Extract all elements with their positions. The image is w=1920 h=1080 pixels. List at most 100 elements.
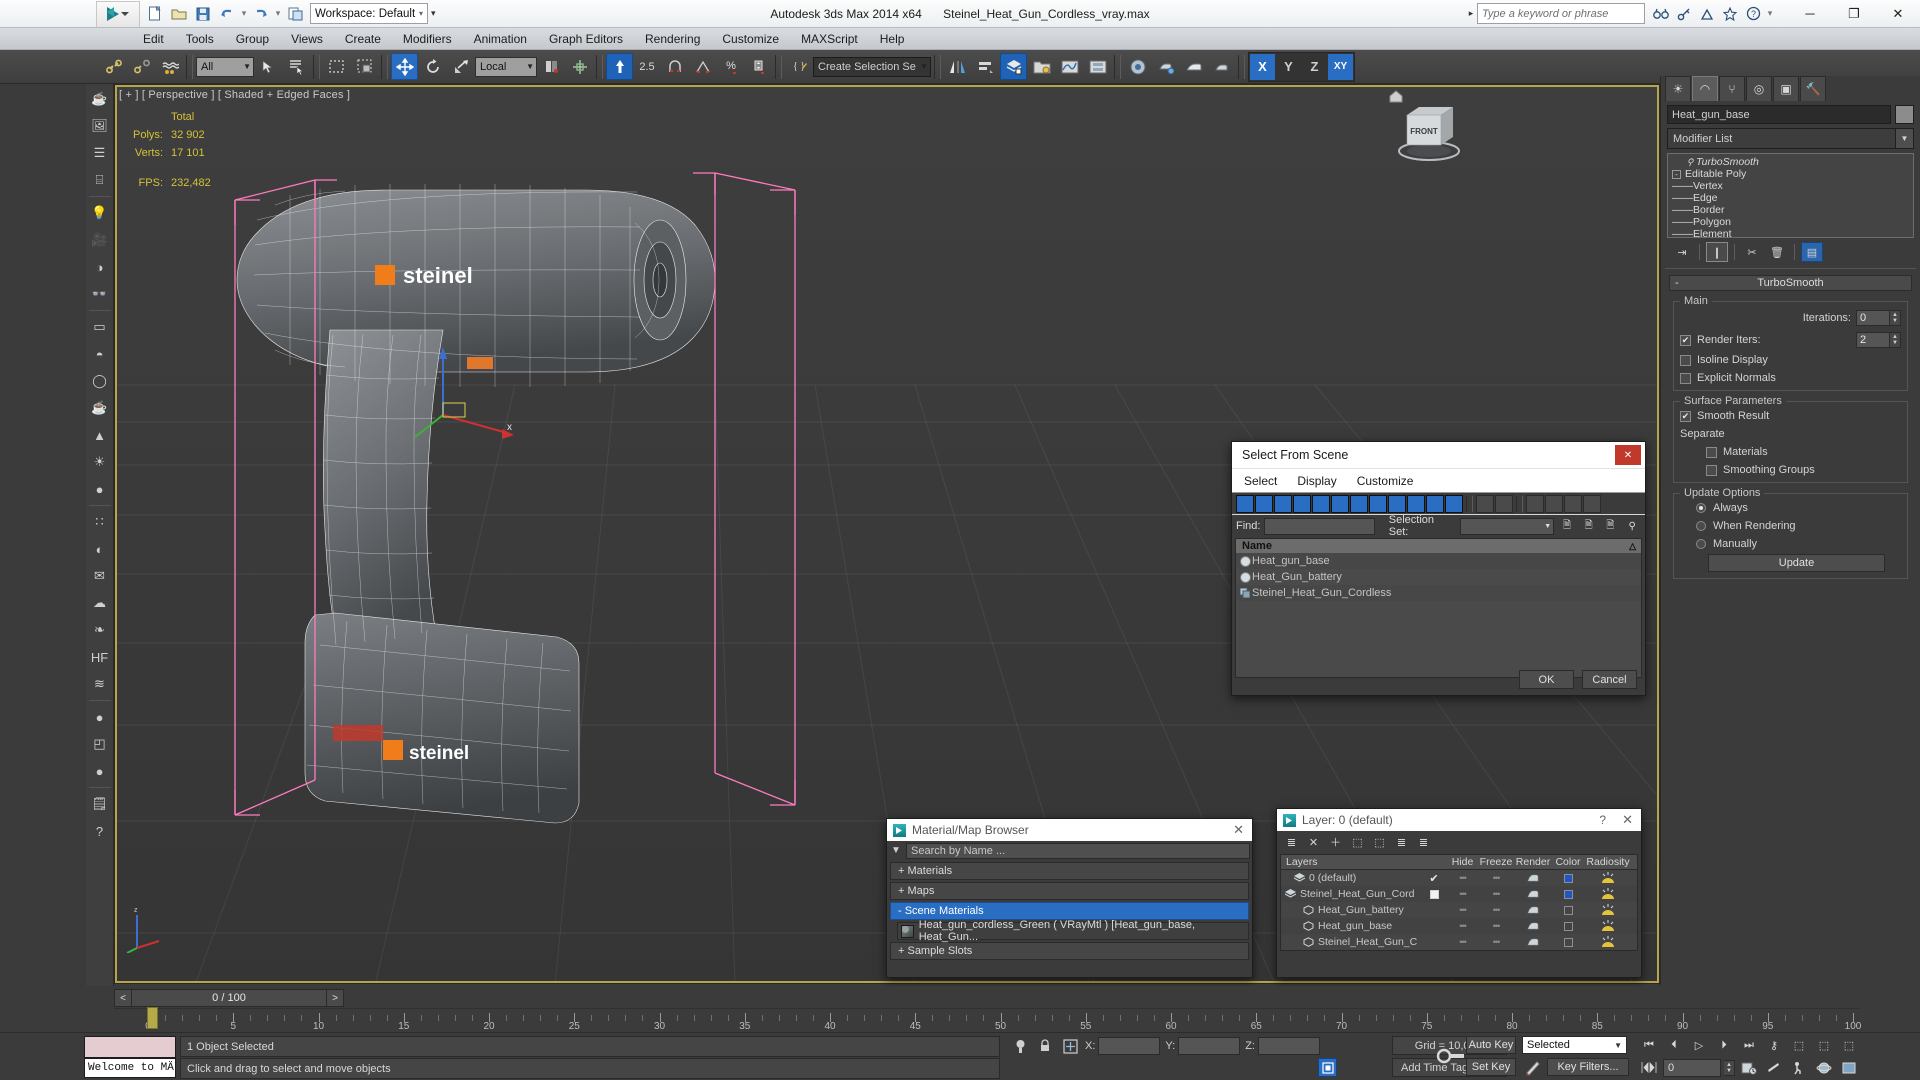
- render-iters-value[interactable]: 2: [1856, 332, 1890, 348]
- layer-freeze-toggle[interactable]: •••: [1478, 873, 1514, 883]
- selection-set-combo[interactable]: ▼: [1459, 517, 1555, 535]
- display-lights-icon[interactable]: [1274, 494, 1292, 513]
- display-xrefs-icon[interactable]: [1369, 494, 1387, 513]
- new-file-icon[interactable]: [144, 3, 166, 25]
- add-selection-to-layer-icon[interactable]: ＋: [1327, 834, 1344, 851]
- update-when-rendering-radio[interactable]: [1696, 521, 1706, 531]
- layer-row[interactable]: Heat_Gun_battery ••• •••: [1281, 902, 1637, 918]
- sort-ascending-icon[interactable]: △: [1629, 541, 1636, 552]
- materials-checkbox[interactable]: [1706, 446, 1717, 458]
- chevron-down-icon[interactable]: ▼: [1895, 129, 1913, 148]
- x-coordinate[interactable]: X:: [1085, 1037, 1161, 1055]
- modifier-list-dropdown[interactable]: Modifier List ▼: [1667, 128, 1914, 149]
- teapot2-icon[interactable]: ☕: [87, 395, 113, 421]
- modifier-stack-item-edge[interactable]: —— Edge: [1668, 192, 1913, 204]
- object-name-field[interactable]: Heat_gun_base: [1667, 105, 1891, 124]
- help-question-icon[interactable]: ?: [1599, 813, 1606, 827]
- show-end-result-icon[interactable]: ❙: [1706, 242, 1728, 262]
- view-cube[interactable]: FRONT: [1389, 95, 1469, 165]
- cloud-icon[interactable]: ☁: [87, 590, 113, 616]
- blue-sphere-icon[interactable]: ●: [87, 704, 113, 730]
- smoothing-groups-row[interactable]: Smoothing Groups: [1680, 464, 1901, 476]
- display-space-warps-icon[interactable]: [1331, 494, 1349, 513]
- explicit-normals-checkbox[interactable]: [1680, 372, 1691, 384]
- layer-title-bar[interactable]: Layer: 0 (default) ? ✕: [1277, 809, 1641, 831]
- render-preview-icon[interactable]: 🖼: [87, 113, 113, 139]
- isolate-selection-icon[interactable]: [1010, 1036, 1030, 1056]
- zoom-region-icon[interactable]: ⬚: [1813, 1036, 1835, 1055]
- chevron-down-icon[interactable]: ▼: [1614, 1041, 1622, 1050]
- section-maps[interactable]: + Maps: [890, 882, 1249, 900]
- spinner-arrows-icon[interactable]: ▲ ▼: [1890, 310, 1901, 326]
- layer-grid[interactable]: Layers Hide Freeze Render Color Radiosit…: [1280, 854, 1638, 951]
- use-pivot-point-center-icon[interactable]: [538, 53, 565, 80]
- menu-item-rendering[interactable]: Rendering: [634, 30, 711, 48]
- remove-modifier-icon[interactable]: 🗑: [1766, 242, 1788, 262]
- iterations-value[interactable]: 0: [1856, 310, 1890, 326]
- mirror-tool-icon[interactable]: [944, 53, 971, 80]
- select-from-scene-dialog[interactable]: Select From Scene ✕ Select Display Customi…: [1231, 441, 1646, 696]
- pan-view-icon[interactable]: [1763, 1058, 1785, 1077]
- scene-list-item[interactable]: Heat_Gun_battery: [1236, 569, 1641, 585]
- layer-radiosity-icon[interactable]: [1584, 904, 1632, 916]
- smoothing-groups-checkbox[interactable]: [1706, 464, 1717, 476]
- lightbulb-icon[interactable]: ⚲: [1684, 157, 1696, 168]
- walk-through-icon[interactable]: [1788, 1058, 1810, 1077]
- create-tab[interactable]: ☀: [1665, 76, 1691, 101]
- save-file-icon[interactable]: [192, 3, 214, 25]
- menu-item-modifiers[interactable]: Modifiers: [392, 30, 463, 48]
- camera-icon[interactable]: 🎥: [87, 227, 113, 253]
- key-mode-toggle-icon[interactable]: [1638, 1058, 1660, 1077]
- restore-button[interactable]: ❐: [1832, 0, 1876, 27]
- dome-primitive-icon[interactable]: ◓: [87, 341, 113, 367]
- close-icon[interactable]: ✕: [1615, 445, 1641, 465]
- update-always-row[interactable]: Always: [1680, 502, 1901, 514]
- update-manually-row[interactable]: Manually: [1680, 538, 1901, 550]
- configure-modifier-sets-icon[interactable]: ▤: [1801, 242, 1823, 262]
- display-bones-icon[interactable]: [1388, 494, 1406, 513]
- menu-item-animation[interactable]: Animation: [463, 30, 538, 48]
- layer-row[interactable]: Steinel_Heat_Gun_C ••• •••: [1281, 934, 1637, 950]
- sfs-menu-customize[interactable]: Customize: [1357, 474, 1414, 488]
- grass-icon[interactable]: ❧: [87, 617, 113, 643]
- filter-funnel-icon[interactable]: ▼: [889, 845, 903, 856]
- filter-options-icon[interactable]: ⚲: [1623, 517, 1641, 535]
- pin-stack-icon[interactable]: ⇥: [1671, 242, 1693, 262]
- snaps-toggle-icon[interactable]: [661, 53, 688, 80]
- update-manually-radio[interactable]: [1696, 539, 1706, 549]
- set-key-mode-icon[interactable]: [1432, 1040, 1468, 1072]
- notes-icon[interactable]: 🗒: [87, 791, 113, 817]
- ok-button[interactable]: OK: [1519, 670, 1574, 689]
- select-and-scale-icon[interactable]: [447, 53, 474, 80]
- select-object-icon[interactable]: [255, 53, 282, 80]
- layer-name-cell[interactable]: Heat_Gun_battery: [1281, 904, 1421, 916]
- undo-icon[interactable]: [216, 3, 238, 25]
- layer-radiosity-icon[interactable]: [1584, 936, 1632, 948]
- workspace-selector[interactable]: Workspace: Default ▾: [310, 3, 428, 24]
- chevron-down-icon[interactable]: ▼: [1544, 523, 1553, 530]
- axis-constraint-x[interactable]: X: [1250, 53, 1275, 80]
- current-layer-check-icon[interactable]: ✔: [1421, 872, 1447, 885]
- layer-freeze-toggle[interactable]: •••: [1478, 921, 1514, 931]
- layer-name-cell[interactable]: Steinel_Heat_Gun_Cord: [1281, 888, 1421, 900]
- bind-to-space-warp-icon[interactable]: [156, 53, 183, 80]
- maximize-viewport-icon[interactable]: ⬚: [1838, 1036, 1860, 1055]
- brain-icon[interactable]: ≋: [87, 671, 113, 697]
- smooth-result-row[interactable]: ✔ Smooth Result: [1680, 410, 1901, 422]
- mmb-title-bar[interactable]: Material/Map Browser ✕: [887, 819, 1252, 841]
- next-frame-icon[interactable]: ⏵: [1713, 1036, 1735, 1055]
- layer-render-toggle-icon[interactable]: [1514, 905, 1552, 915]
- help-question-icon[interactable]: ?: [1743, 4, 1763, 24]
- axis-constraint-y[interactable]: Y: [1276, 54, 1301, 80]
- scene-list-item[interactable]: Steinel_Heat_Gun_Cordless: [1236, 585, 1641, 601]
- utilities-tab[interactable]: 🔨: [1800, 76, 1826, 101]
- home-view-icon[interactable]: [1388, 88, 1404, 104]
- modifier-stack-item-polygon[interactable]: —— Polygon: [1668, 216, 1913, 228]
- display-geometry-icon[interactable]: [1236, 494, 1254, 513]
- go-to-end-icon[interactable]: ⏭: [1738, 1036, 1760, 1055]
- display-shapes-icon[interactable]: [1255, 494, 1273, 513]
- layer-render-toggle-icon[interactable]: [1514, 889, 1552, 899]
- section-scene-materials[interactable]: - Scene Materials: [890, 902, 1249, 920]
- section-materials[interactable]: + Materials: [890, 862, 1249, 880]
- modify-tab[interactable]: ◠: [1692, 76, 1718, 101]
